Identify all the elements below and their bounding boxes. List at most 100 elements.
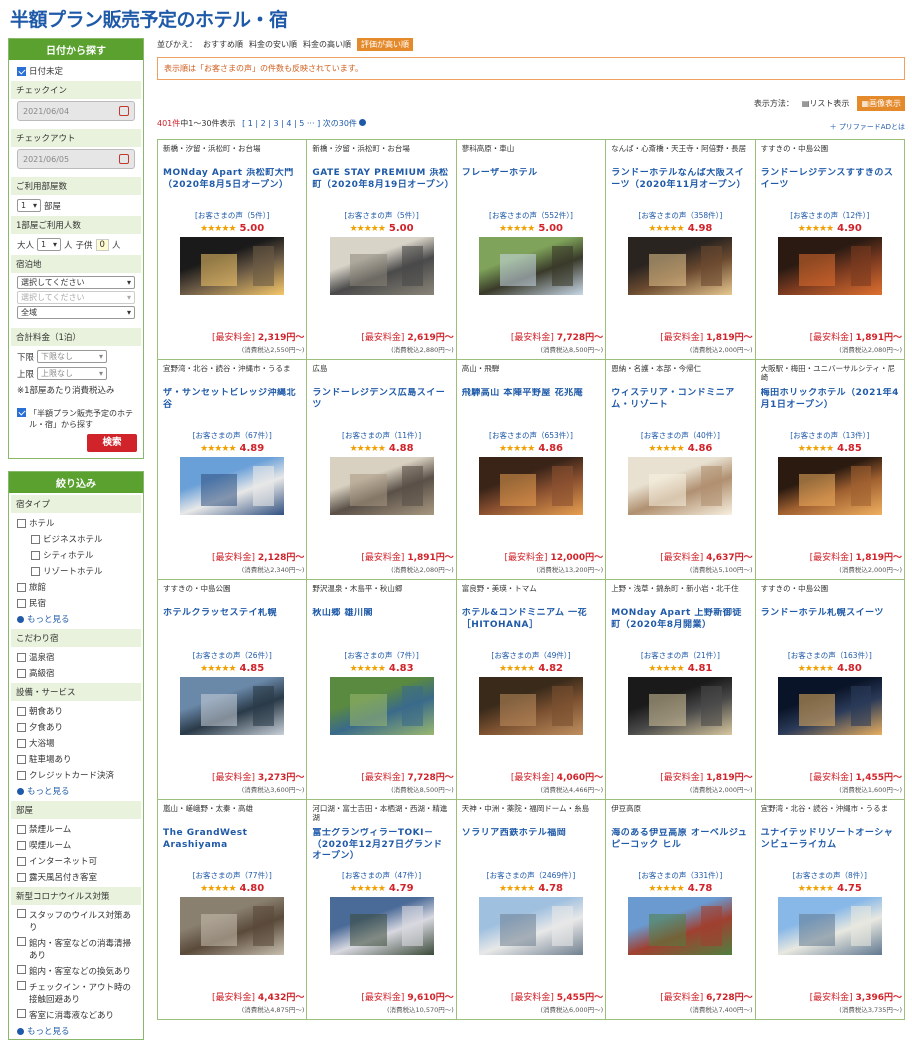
filter-ryokan[interactable]: 旅館 — [9, 579, 143, 595]
filter-corona2[interactable]: 館内・客室などの消毒清掃あり — [9, 935, 143, 963]
review-link[interactable]: [お客さまの声（8件）] — [761, 870, 899, 881]
rooms-select[interactable]: 1 — [17, 199, 41, 212]
review-link[interactable]: [お客さまの声（26件）] — [163, 650, 301, 661]
checkbox[interactable] — [17, 738, 26, 748]
hotel-photo[interactable] — [329, 237, 434, 295]
checkbox[interactable] — [31, 566, 40, 576]
hotel-name-link[interactable]: ウィステリア・コンドミニアム・リゾート — [611, 388, 749, 428]
hotel-photo[interactable] — [478, 677, 583, 735]
filter-smoking[interactable]: 喫煙ルーム — [9, 837, 143, 853]
review-link[interactable]: [お客さまの声（67件）] — [163, 430, 301, 441]
filter-resort[interactable]: リゾートホテル — [9, 563, 143, 579]
hotel-name-link[interactable]: 秋山郷 雄川閣 — [312, 608, 450, 648]
hotel-photo[interactable] — [777, 677, 882, 735]
hotel-photo[interactable] — [628, 457, 733, 515]
location-select-3[interactable]: 全域 — [17, 306, 135, 319]
checkbox[interactable] — [17, 1009, 26, 1018]
hotel-photo[interactable] — [478, 897, 583, 955]
hotel-photo[interactable] — [180, 897, 285, 955]
sort-rating[interactable]: 評価が高い順 — [357, 38, 413, 51]
hotel-name-link[interactable]: ザ・サンセットビレッジ沖縄北谷 — [163, 388, 301, 428]
hotel-name-link[interactable]: MONday Apart 上野新御徒町（2020年8月開業） — [611, 608, 749, 648]
review-link[interactable]: [お客さまの声（358件）] — [611, 210, 749, 221]
review-link[interactable]: [お客さまの声（21件）] — [611, 650, 749, 661]
filter-nonsmoking[interactable]: 禁煙ルーム — [9, 821, 143, 837]
review-link[interactable]: [お客さまの声（47件）] — [312, 870, 450, 881]
checkbox[interactable] — [17, 652, 26, 662]
hotel-name-link[interactable]: ホテル&コンドミニアム 一花［HITOHANA］ — [462, 608, 600, 648]
checkbox[interactable] — [31, 534, 40, 544]
sort-price-low[interactable]: 料金の安い順 — [249, 39, 297, 50]
checkbox[interactable] — [17, 981, 26, 990]
upper-select[interactable]: 上限なし — [37, 367, 108, 380]
hotel-photo[interactable] — [478, 237, 583, 295]
review-link[interactable]: [お客さまの声（5件）] — [312, 210, 450, 221]
search-button[interactable]: 検索 — [87, 434, 137, 452]
hotel-photo[interactable] — [329, 677, 434, 735]
location-select-2[interactable]: 選択してください — [17, 291, 135, 304]
filter-card[interactable]: クレジットカード決済 — [9, 767, 143, 783]
hotel-name-link[interactable]: ランドーレジデンス広島スイーツ — [312, 388, 450, 428]
checkbox[interactable] — [17, 824, 26, 834]
hotel-name-link[interactable]: ランドーホテルなんば大阪スイーツ（2020年11月オープン） — [611, 168, 749, 208]
filter-corona3[interactable]: 館内・客室などの換気あり — [9, 963, 143, 979]
filter-internet[interactable]: インターネット可 — [9, 853, 143, 869]
checkbox[interactable] — [17, 965, 26, 974]
date-undecided-checkbox[interactable] — [17, 66, 26, 76]
review-link[interactable]: [お客さまの声（77件）] — [163, 870, 301, 881]
filter-corona1[interactable]: スタッフのウイルス対策あり — [9, 907, 143, 935]
review-link[interactable]: [お客さまの声（7件）] — [312, 650, 450, 661]
review-link[interactable]: [お客さまの声（11件）] — [312, 430, 450, 441]
checkbox[interactable] — [17, 856, 26, 866]
hotel-photo[interactable] — [628, 897, 733, 955]
hotel-name-link[interactable]: フレーザーホテル — [462, 168, 600, 208]
filter-onsen[interactable]: 温泉宿 — [9, 649, 143, 665]
child-input[interactable]: 0 — [95, 238, 109, 251]
image-view-button[interactable]: ▦画像表示 — [857, 96, 905, 111]
date-undecided-row[interactable]: 日付未定 — [9, 63, 143, 79]
checkbox[interactable] — [17, 722, 26, 732]
review-link[interactable]: [お客さまの声（163件）] — [761, 650, 899, 661]
hotel-name-link[interactable]: GATE STAY PREMIUM 浜松町（2020年8月19日オープン） — [312, 168, 450, 208]
checkbox[interactable] — [17, 770, 26, 780]
checkbox[interactable] — [17, 840, 26, 850]
next-page-link[interactable]: 次の30件 — [323, 119, 357, 128]
more-link-facility[interactable]: もっと見る — [9, 783, 143, 799]
hotel-name-link[interactable]: 富士グランヴィラーTOKI－（2020年12月27日グランドオープン） — [312, 828, 450, 868]
checkout-field[interactable]: 2021/06/05 — [17, 149, 135, 169]
review-link[interactable]: [お客さまの声（653件）] — [462, 430, 600, 441]
lower-select[interactable]: 下限なし — [37, 350, 108, 363]
checkbox[interactable] — [17, 518, 26, 528]
calendar-icon[interactable] — [119, 106, 129, 116]
checkbox[interactable] — [31, 550, 40, 560]
filter-minshuku[interactable]: 民宿 — [9, 595, 143, 611]
sort-price-high[interactable]: 料金の高い順 — [303, 39, 351, 50]
checkbox[interactable] — [17, 909, 26, 918]
adult-select[interactable]: 1 — [37, 238, 62, 251]
review-link[interactable]: [お客さまの声（49件）] — [462, 650, 600, 661]
hotel-photo[interactable] — [478, 457, 583, 515]
hotel-photo[interactable] — [628, 237, 733, 295]
checkbox[interactable] — [17, 582, 26, 592]
sort-recommend[interactable]: おすすめ順 — [203, 39, 243, 50]
hotel-photo[interactable] — [180, 677, 285, 735]
checkbox[interactable] — [17, 598, 26, 608]
review-link[interactable]: [お客さまの声（13件）] — [761, 430, 899, 441]
hotel-photo[interactable] — [180, 457, 285, 515]
hotel-photo[interactable] — [180, 237, 285, 295]
filter-corona5[interactable]: 客室に消毒液などあり — [9, 1007, 143, 1023]
plan-check-row[interactable]: 「半額プラン販売予定のホテル・宿」から探す — [9, 406, 143, 432]
filter-luxury[interactable]: 高級宿 — [9, 665, 143, 681]
review-link[interactable]: [お客さまの声（331件）] — [611, 870, 749, 881]
next-arrow-icon[interactable] — [358, 119, 366, 126]
hotel-name-link[interactable]: 海のある伊豆高原 オーベルジュ ピーコック ヒル — [611, 828, 749, 868]
review-link[interactable]: [お客さまの声（2469件）] — [462, 870, 600, 881]
checkbox[interactable] — [17, 937, 26, 946]
checkbox[interactable] — [17, 706, 26, 716]
checkbox[interactable] — [17, 754, 26, 764]
hotel-name-link[interactable]: ソラリア西鉄ホテル福岡 — [462, 828, 600, 868]
hotel-name-link[interactable]: ホテルクラッセステイ札幌 — [163, 608, 301, 648]
filter-corona4[interactable]: チェックイン・アウト時の接触回避あり — [9, 979, 143, 1007]
review-link[interactable]: [お客さまの声（12件）] — [761, 210, 899, 221]
review-link[interactable]: [お客さまの声（5件）] — [163, 210, 301, 221]
